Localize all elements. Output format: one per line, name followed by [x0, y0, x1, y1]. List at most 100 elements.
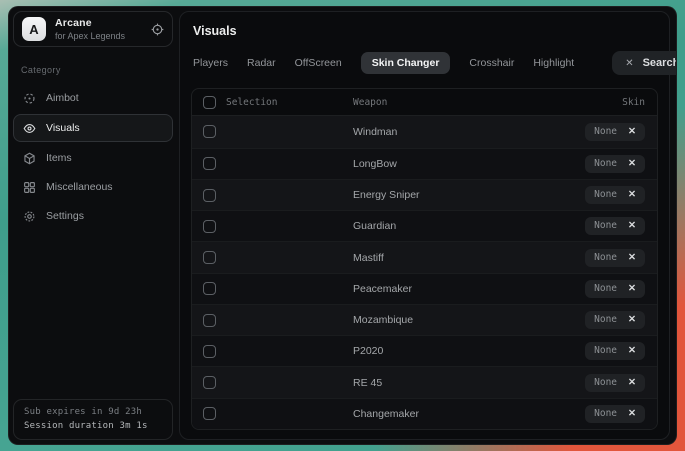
aimbot-icon — [23, 92, 36, 105]
row-checkbox[interactable] — [203, 125, 216, 138]
skin-value: None — [594, 345, 617, 356]
clear-skin-icon[interactable]: ✕ — [628, 377, 636, 388]
target-icon[interactable] — [151, 23, 164, 36]
skin-badge[interactable]: None ✕ — [585, 405, 645, 423]
skin-value: None — [594, 252, 617, 263]
sidebar-item-visuals[interactable]: Visuals — [13, 114, 173, 142]
app-window: A Arcane for Apex Legends Category — [8, 6, 677, 445]
skin-badge[interactable]: None ✕ — [585, 155, 645, 173]
search-button-label: Search — [643, 57, 677, 69]
weapon-header: Weapon — [353, 97, 535, 108]
weapon-name: Guardian — [353, 220, 535, 232]
select-all-checkbox[interactable] — [203, 96, 216, 109]
weapon-name: Mastiff — [353, 252, 535, 264]
clear-skin-icon[interactable]: ✕ — [628, 408, 636, 419]
skin-badge[interactable]: None ✕ — [585, 123, 645, 141]
app-title: Arcane — [55, 17, 142, 29]
skin-value: None — [594, 126, 617, 137]
tab-players[interactable]: Players — [193, 52, 228, 74]
skin-badge[interactable]: None ✕ — [585, 374, 645, 392]
clear-skin-icon[interactable]: ✕ — [628, 252, 636, 263]
table-row[interactable]: P2020 None✕ — [192, 335, 657, 366]
clear-skin-icon[interactable]: ✕ — [628, 220, 636, 231]
sidebar-item-label: Aimbot — [46, 92, 79, 104]
skin-value: None — [594, 220, 617, 231]
search-button-icon: ✕ — [625, 58, 633, 69]
row-checkbox[interactable] — [203, 314, 216, 327]
items-icon — [23, 152, 36, 165]
row-checkbox[interactable] — [203, 282, 216, 295]
row-checkbox[interactable] — [203, 189, 216, 202]
row-checkbox[interactable] — [203, 157, 216, 170]
tab-offscreen[interactable]: OffScreen — [295, 52, 342, 74]
skin-badge[interactable]: None ✕ — [585, 311, 645, 329]
tab-crosshair[interactable]: Crosshair — [469, 52, 514, 74]
table-row[interactable]: Peacemaker None ✕ — [192, 273, 657, 304]
subscription-info-card: Sub expires in 9d 23h Session duration 3… — [13, 399, 173, 440]
sidebar-item-settings[interactable]: Settings — [13, 203, 173, 229]
weapon-name: Peacemaker — [353, 283, 535, 295]
tab-skin-changer[interactable]: Skin Changer — [361, 52, 451, 74]
table-row[interactable]: RE 45 None ✕ — [192, 366, 657, 397]
skin-value: None — [594, 408, 617, 419]
clear-skin-icon[interactable]: ✕ — [628, 345, 636, 356]
category-label: Category — [21, 65, 173, 75]
sidebar-item-label: Miscellaneous — [46, 181, 113, 193]
skin-badge[interactable]: None ✕ — [585, 186, 645, 204]
table-row[interactable]: Mastiff None ✕ — [192, 241, 657, 272]
clear-skin-icon[interactable]: ✕ — [628, 189, 636, 200]
skin-value: None — [594, 189, 617, 200]
skin-value: None — [594, 377, 617, 388]
sidebar-nav: Aimbot Visuals Items — [13, 85, 173, 229]
skin-header: Skin — [622, 97, 645, 108]
page-title: Visuals — [193, 24, 658, 38]
table-row[interactable]: Energy Sniper None ✕ — [192, 179, 657, 210]
sidebar-item-aimbot[interactable]: Aimbot — [13, 85, 173, 111]
weapon-name: Mozambique — [353, 314, 535, 326]
sidebar-item-label: Settings — [46, 210, 84, 222]
tab-radar[interactable]: Radar — [247, 52, 276, 74]
weapon-name: Windman — [353, 126, 535, 138]
row-checkbox[interactable] — [203, 407, 216, 420]
table-header: Selection Weapon Skin — [192, 89, 657, 116]
weapon-name: RE 45 — [353, 377, 535, 389]
skin-badge[interactable]: None ✕ — [585, 217, 645, 235]
sidebar-item-label: Visuals — [46, 122, 80, 134]
app-subtitle: for Apex Legends — [55, 31, 142, 41]
weapon-name: Changemaker — [353, 408, 535, 420]
main-panel: Visuals Players Radar OffScreen Skin Cha… — [179, 11, 670, 440]
clear-skin-icon[interactable]: ✕ — [628, 158, 636, 169]
tab-bar: Players Radar OffScreen Skin Changer Cro… — [193, 51, 656, 75]
skin-value: None — [594, 158, 617, 169]
row-checkbox[interactable] — [203, 220, 216, 233]
miscellaneous-icon — [23, 181, 36, 194]
skin-badge[interactable]: None ✕ — [585, 280, 645, 298]
row-checkbox[interactable] — [203, 251, 216, 264]
table-row[interactable]: LongBow None ✕ — [192, 148, 657, 179]
table-row[interactable]: Changemaker None ✕ — [192, 398, 657, 429]
search-button[interactable]: ✕ Search — [612, 51, 677, 75]
skin-table: Selection Weapon Skin Windman None ✕ Long… — [191, 88, 658, 430]
clear-skin-icon[interactable]: ✕ — [628, 314, 636, 325]
sidebar-item-miscellaneous[interactable]: Miscellaneous — [13, 174, 173, 200]
tab-highlight[interactable]: Highlight — [533, 52, 574, 74]
row-checkbox[interactable] — [203, 376, 216, 389]
clear-skin-icon[interactable]: ✕ — [628, 126, 636, 137]
clear-skin-icon[interactable]: ✕ — [628, 283, 636, 294]
visuals-icon — [23, 122, 36, 135]
skin-value: None — [594, 314, 617, 325]
sub-expiry-text: Sub expires in 9d 23h — [24, 407, 162, 417]
settings-icon — [23, 210, 36, 223]
weapon-name: LongBow — [353, 158, 535, 170]
table-row[interactable]: Guardian None ✕ — [192, 210, 657, 241]
table-row[interactable]: Mozambique None ✕ — [192, 304, 657, 335]
skin-value: None — [594, 283, 617, 294]
row-checkbox[interactable] — [203, 345, 216, 358]
app-logo: A — [22, 17, 46, 41]
sidebar-item-items[interactable]: Items — [13, 145, 173, 171]
brand-card: A Arcane for Apex Legends — [13, 11, 173, 47]
skin-badge[interactable]: None ✕ — [585, 342, 645, 360]
skin-badge[interactable]: None ✕ — [585, 249, 645, 267]
table-row[interactable]: Windman None ✕ — [192, 116, 657, 147]
weapon-name: Energy Sniper — [353, 189, 535, 201]
